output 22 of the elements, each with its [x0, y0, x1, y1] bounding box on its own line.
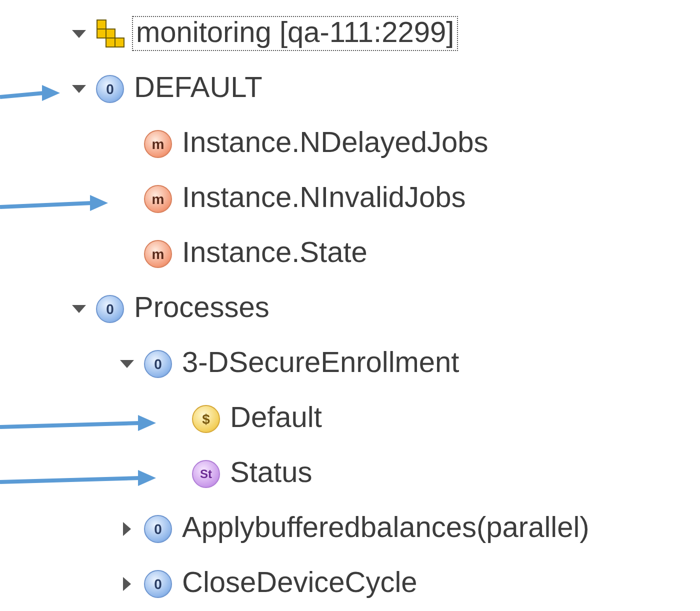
- tree-item[interactable]: Applybufferedbalances(parallel): [178, 511, 594, 546]
- stacked-squares-icon: [96, 18, 126, 48]
- round-badge-icon: m: [144, 184, 172, 212]
- tree-item[interactable]: Instance.State: [178, 236, 372, 271]
- tree-item[interactable]: Status: [226, 456, 316, 491]
- round-badge-icon: St: [192, 460, 220, 488]
- tree-item[interactable]: Default: [226, 401, 326, 436]
- round-badge-icon: 0: [144, 350, 172, 378]
- round-badge-icon: 0: [96, 294, 124, 322]
- tree-item[interactable]: Instance.NDelayedJobs: [178, 126, 492, 161]
- tree-item[interactable]: monitoring [qa-111:2299]: [132, 16, 458, 51]
- tree-item[interactable]: Instance.NInvalidJobs: [178, 181, 470, 216]
- tree-item[interactable]: CloseDeviceCycle: [178, 566, 422, 601]
- round-badge-icon: m: [144, 240, 172, 268]
- round-badge-icon: 0: [144, 514, 172, 542]
- round-badge-icon: 0: [96, 74, 124, 102]
- tree-item[interactable]: DEFAULT: [130, 71, 266, 106]
- round-badge-icon: 0: [144, 570, 172, 598]
- tree-item[interactable]: 3-DSecureEnrollment: [178, 346, 464, 381]
- round-badge-icon: m: [144, 130, 172, 158]
- round-badge-icon: $: [192, 404, 220, 432]
- tree-item[interactable]: Processes: [130, 291, 274, 326]
